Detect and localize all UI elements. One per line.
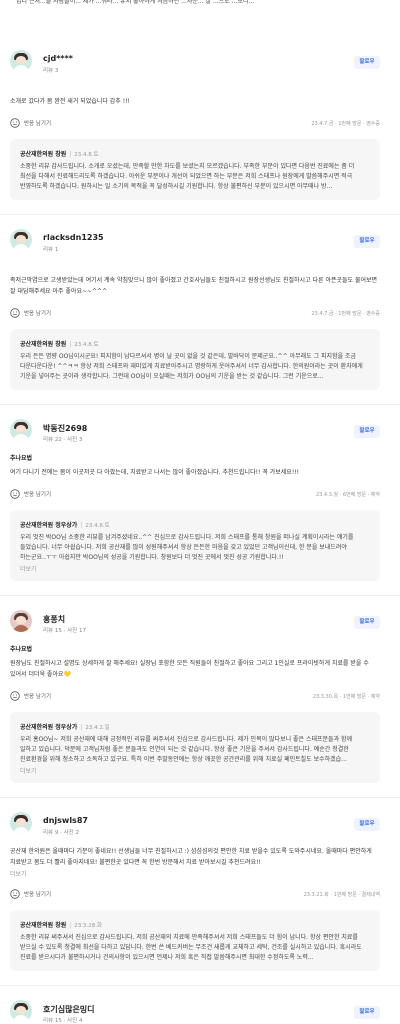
reply-author: 공산재한의원 정우상가 [20, 522, 78, 529]
reviewer-meta: 리뷰 3 [43, 68, 59, 74]
smile-icon [10, 308, 20, 318]
owner-reply: 공산재한의원 창원 | 23.4.8.토 우리 든든 명량 OO님이시군요! 피지함… [10, 329, 380, 390]
react-button[interactable]: 반응 남기기 [10, 118, 51, 128]
owner-reply: 공산재한의원 정우상가 | 23.4.2.일 우리 홍OO님~ 저희 공산재에 대해… [10, 712, 380, 783]
reviewer-name[interactable]: cjd**** [43, 54, 73, 63]
review-header: dnjswls87 리뷰 9 · 사진 2 팔로우 [10, 812, 390, 842]
follow-button[interactable]: 팔로우 [354, 425, 380, 438]
previous-reply-snippet: 입니 근처...을 사람들이... 제가 ...뭐라... 유지 좋아하게 처음… [16, 0, 255, 5]
review-item: 호기심많은밍디 리뷰 15 · 사진 4 팔로우 [0, 986, 400, 1024]
review-actions: 반응 남기기 23.3.21.화 · 1번째 방문 · 결제내역 [10, 884, 390, 906]
review-item: dnjswls87 리뷰 9 · 사진 2 팔로우 공산재 한의원은 올때마다 … [0, 798, 400, 986]
review-keyword: 추나요법 [10, 646, 33, 653]
follow-button[interactable]: 팔로우 [354, 1006, 380, 1019]
review-header: 박동진2698 리뷰 22 · 사진 3 팔로우 [10, 419, 390, 449]
review-actions: 반응 남기기 23.4.7.금 · 1번째 방문 · 영수증 [10, 113, 390, 135]
review-item: cjd**** 리뷰 3 팔로우 소개로 갔다가 몸 완전 새거 되었습니다 감… [0, 16, 400, 215]
review-text: 여기 다니기 전에는 몸이 이곳저곳 다 아팠는데, 치료받고 나서는 많이 좋… [10, 469, 300, 476]
reply-author: 공산재한의원 창원 [20, 151, 67, 158]
more-link[interactable]: 더보기 [10, 869, 390, 878]
review-item: rlacksdn1235 리뷰 1 팔로우 족저근막염으로 고생받았는데 여기서… [0, 215, 400, 405]
reply-date: 23.4.8.토 [85, 523, 110, 529]
reply-header: 공산재한의원 정우상가 | 23.4.8.토 [20, 522, 110, 529]
review-item: 홍퐁치 리뷰 15 · 사진 17 팔로우 추나요법 원장님도 친절하시고 설명… [0, 596, 400, 798]
avatar[interactable] [10, 812, 32, 834]
visit-info: 23.3.21.화 · 1번째 방문 · 결제내역 [303, 892, 380, 898]
follow-button[interactable]: 팔로우 [354, 235, 380, 248]
review-header: 홍퐁치 리뷰 15 · 사진 17 팔로우 [10, 610, 390, 640]
review-item: 박동진2698 리뷰 22 · 사진 3 팔로우 추나요법 여기 다니기 전에는… [0, 405, 400, 596]
owner-reply: 공산재한의원 창원 | 23.4.8.토 소중한 리뷰 감사드립니다. 소개로 오셨… [10, 139, 380, 200]
visit-info: 23.4.7.금 · 1번째 방문 · 영수증 [311, 311, 380, 317]
reviewer-meta: 리뷰 1 [43, 247, 59, 253]
reviewer-name[interactable]: 박동진2698 [43, 423, 87, 434]
reply-text: 우리 홍OO님~ 저희 공산재에 대해 긍정적인 리뷰를 써주셔서 진심으로 감… [20, 736, 353, 763]
reviewer-name[interactable]: dnjswls87 [43, 816, 88, 825]
avatar[interactable] [10, 229, 32, 251]
react-label: 반응 남기기 [24, 694, 52, 700]
reply-date: 23.4.8.토 [74, 342, 99, 348]
reviewer-name[interactable]: rlacksdn1235 [43, 233, 104, 242]
visit-info: 23.4.3.월 · 6번째 방문 · 예약 [315, 492, 380, 498]
review-text: 족저근막염으로 고생받았는데 여기서 계속 약침맞으니 많이 좋아졌고 간호사님… [10, 277, 378, 295]
reviewer-name[interactable]: 호기심많은밍디 [43, 1004, 95, 1015]
review-actions: 반응 남기기 23.3.30.목 · 1번째 방문 · 예약 [10, 686, 390, 708]
review-header: 호기심많은밍디 리뷰 15 · 사진 4 팔로우 [10, 1000, 390, 1024]
react-label: 반응 남기기 [24, 311, 52, 317]
reply-text: 소중한 리뷰 감사드립니다. 소개로 오셨는데, 만족할 만한 차도를 보셨는지… [20, 163, 355, 190]
reply-author: 공산재한의원 창원 [20, 341, 67, 348]
react-label: 반응 남기기 [24, 892, 52, 898]
react-button[interactable]: 반응 남기기 [10, 489, 51, 499]
reply-header: 공산재한의원 정우상가 | 23.4.2.일 [20, 724, 110, 731]
visit-info: 23.4.7.금 · 1번째 방문 · 영수증 [311, 121, 380, 127]
review-header: cjd**** 리뷰 3 팔로우 [10, 50, 390, 80]
react-label: 반응 남기기 [24, 121, 52, 127]
review-text: 원장님도 친절하시고 설명도 상세하게 잘 해주세요! 실장님 포함한 모든 직… [10, 660, 369, 678]
reply-author: 공산재한의원 정우상가 [20, 724, 78, 731]
reviewer-meta: 리뷰 15 · 사진 4 [43, 1018, 83, 1024]
smile-icon [10, 489, 20, 499]
smile-icon [10, 691, 20, 701]
follow-button[interactable]: 팔로우 [354, 818, 380, 831]
avatar[interactable] [10, 1000, 32, 1022]
reviewer-meta: 리뷰 9 · 사진 2 [43, 830, 79, 836]
reply-text: 소중한 리뷰 써주셔서 진심으로 감사드립니다. 저희 공산재의 치료에 만족해… [20, 934, 362, 961]
more-link[interactable]: 더보기 [20, 766, 370, 775]
reply-date: 23.4.2.일 [85, 725, 110, 731]
reply-date: 23.3.28.화 [74, 923, 103, 929]
react-button[interactable]: 반응 남기기 [10, 691, 51, 701]
avatar[interactable] [10, 610, 32, 632]
avatar[interactable] [10, 419, 32, 441]
reviewer-meta: 리뷰 15 · 사진 17 [43, 628, 86, 634]
visit-info: 23.3.30.목 · 1번째 방문 · 예약 [312, 694, 380, 700]
owner-reply: 공산재한의원 창원 | 23.3.28.화 소중한 리뷰 써주셔서 진심으로 감사드… [10, 910, 380, 971]
smile-icon [10, 118, 20, 128]
more-link[interactable]: 더보기 [20, 564, 370, 573]
review-actions: 반응 남기기 23.4.7.금 · 1번째 방문 · 영수증 [10, 303, 390, 325]
reviewer-name[interactable]: 홍퐁치 [43, 614, 65, 625]
review-text: 공산재 한의원은 올때마다 기분이 좋네요!! 선생님들 너무 친절하시고 :)… [10, 848, 372, 866]
follow-button[interactable]: 팔로우 [354, 616, 380, 629]
reply-header: 공산재한의원 창원 | 23.3.28.화 [20, 922, 103, 929]
review-page: 입니 근처...을 사람들이... 제가 ...뭐라... 유지 좋아하게 처음… [0, 0, 400, 1024]
reply-header: 공산재한의원 창원 | 23.4.8.토 [20, 151, 99, 158]
review-actions: 반응 남기기 23.4.3.월 · 6번째 방문 · 예약 [10, 484, 390, 506]
follow-button[interactable]: 팔로우 [354, 56, 380, 69]
reply-text: 우리 멋진 박OO님 소중한 리뷰를 남겨주셨네요..^^ 진심으로 감사드립니… [20, 534, 354, 561]
review-keyword: 추나요법 [10, 455, 33, 462]
review-header: rlacksdn1235 리뷰 1 팔로우 [10, 229, 390, 259]
owner-reply: 공산재한의원 정우상가 | 23.4.8.토 우리 멋진 박OO님 소중한 리뷰를 … [10, 510, 380, 581]
reply-header: 공산재한의원 창원 | 23.4.8.토 [20, 341, 99, 348]
reviewer-meta: 리뷰 22 · 사진 3 [43, 437, 83, 443]
react-button[interactable]: 반응 남기기 [10, 308, 51, 318]
smile-icon [10, 889, 20, 899]
react-button[interactable]: 반응 남기기 [10, 889, 51, 899]
review-text: 소개로 갔다가 몸 완전 새거 되었습니다 감추 !!! [10, 98, 130, 105]
reply-text: 우리 든든 명량 OO님이시군요! 피지함이 남다르셔서 병이 날 곳이 없을 … [20, 353, 363, 380]
react-label: 반응 남기기 [24, 492, 52, 498]
reply-author: 공산재한의원 창원 [20, 922, 67, 929]
reply-date: 23.4.8.토 [74, 152, 99, 158]
avatar[interactable] [10, 50, 32, 72]
